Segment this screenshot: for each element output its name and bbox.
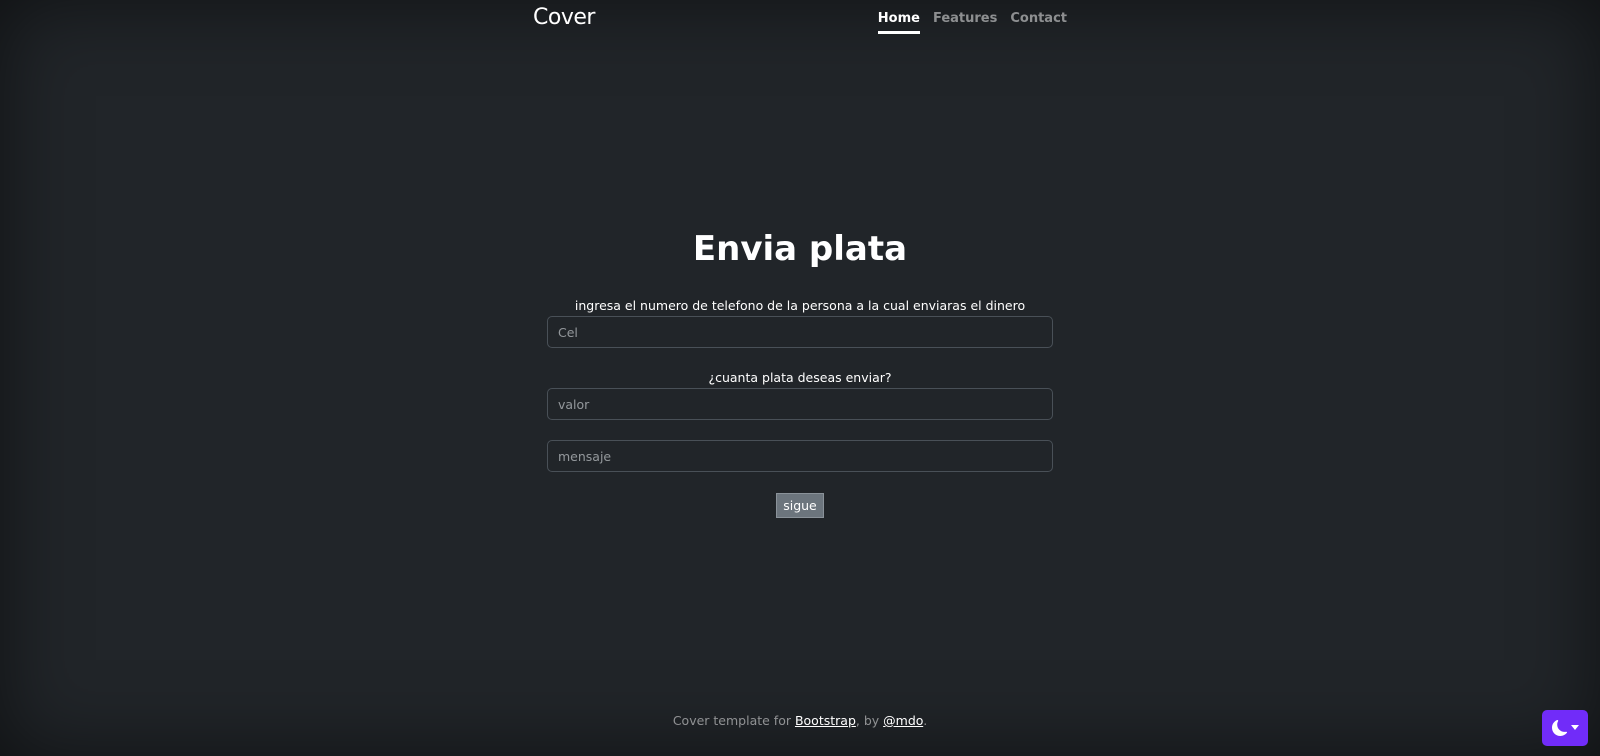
footer-suffix: . bbox=[923, 713, 928, 728]
bootstrap-link[interactable]: Bootstrap bbox=[795, 713, 856, 728]
theme-toggle-button[interactable] bbox=[1542, 710, 1588, 746]
brand-title: Cover bbox=[533, 5, 595, 30]
masthead: Cover Home Features Contact bbox=[533, 0, 1067, 40]
phone-label: ingresa el numero de telefono de la pers… bbox=[574, 298, 1026, 313]
submit-row: sigue bbox=[0, 493, 1600, 518]
phone-input[interactable] bbox=[547, 316, 1053, 348]
page-title: Envia plata bbox=[692, 229, 908, 269]
main-nav: Home Features Contact bbox=[865, 11, 1067, 34]
author-link[interactable]: @mdo bbox=[883, 713, 923, 728]
page-footer: Cover template for Bootstrap, by @mdo. bbox=[0, 713, 1600, 728]
nav-link-features[interactable]: Features bbox=[933, 11, 997, 34]
nav-link-contact[interactable]: Contact bbox=[1010, 11, 1067, 34]
moon-icon bbox=[1551, 720, 1568, 736]
message-input[interactable] bbox=[547, 440, 1053, 472]
amount-label: ¿cuanta plata deseas enviar? bbox=[708, 370, 892, 385]
submit-button[interactable]: sigue bbox=[776, 493, 824, 518]
amount-input[interactable] bbox=[547, 388, 1053, 420]
chevron-down-icon bbox=[1570, 725, 1579, 731]
footer-middle: , by bbox=[855, 713, 884, 728]
footer-prefix: Cover template for bbox=[672, 713, 795, 728]
nav-link-home[interactable]: Home bbox=[877, 11, 920, 34]
send-money-form: ingresa el numero de telefono de la pers… bbox=[547, 298, 1053, 472]
